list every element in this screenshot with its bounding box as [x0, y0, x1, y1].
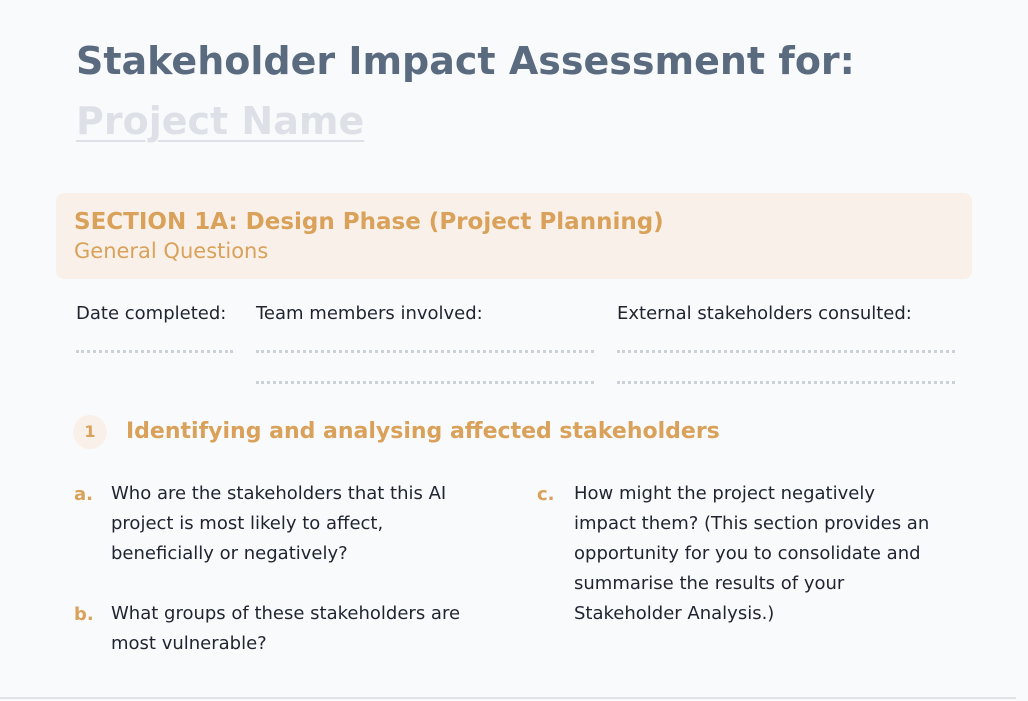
page-title: Stakeholder Impact Assessment for: [76, 39, 855, 83]
date-completed-field[interactable] [76, 350, 233, 353]
section-subtitle: General Questions [74, 239, 269, 263]
team-members-label: Team members involved: [256, 303, 483, 324]
bottom-divider [0, 697, 1016, 699]
team-members-field-2[interactable] [256, 381, 594, 384]
item-text-b: What groups of these stakeholders are mo… [111, 603, 461, 654]
external-stakeholders-label: External stakeholders consulted: [617, 303, 912, 324]
item-letter-a: a. [74, 484, 93, 505]
external-stakeholders-field-2[interactable] [617, 381, 955, 384]
item-text-c: How might the project negatively impact … [574, 483, 930, 624]
section-header: SECTION 1A: Design Phase (Project Planni… [56, 193, 972, 279]
project-name-field[interactable]: Project Name [76, 98, 364, 144]
question-number-badge: 1 [73, 415, 107, 449]
question-title: Identifying and analysing affected stake… [126, 419, 720, 444]
section-title: SECTION 1A: Design Phase (Project Planni… [74, 209, 664, 235]
item-letter-c: c. [537, 484, 555, 505]
item-letter-b: b. [74, 604, 94, 625]
external-stakeholders-field-1[interactable] [617, 350, 955, 353]
date-completed-label: Date completed: [76, 303, 227, 324]
item-text-a: Who are the stakeholders that this AI pr… [111, 483, 447, 564]
team-members-field-1[interactable] [256, 350, 594, 353]
